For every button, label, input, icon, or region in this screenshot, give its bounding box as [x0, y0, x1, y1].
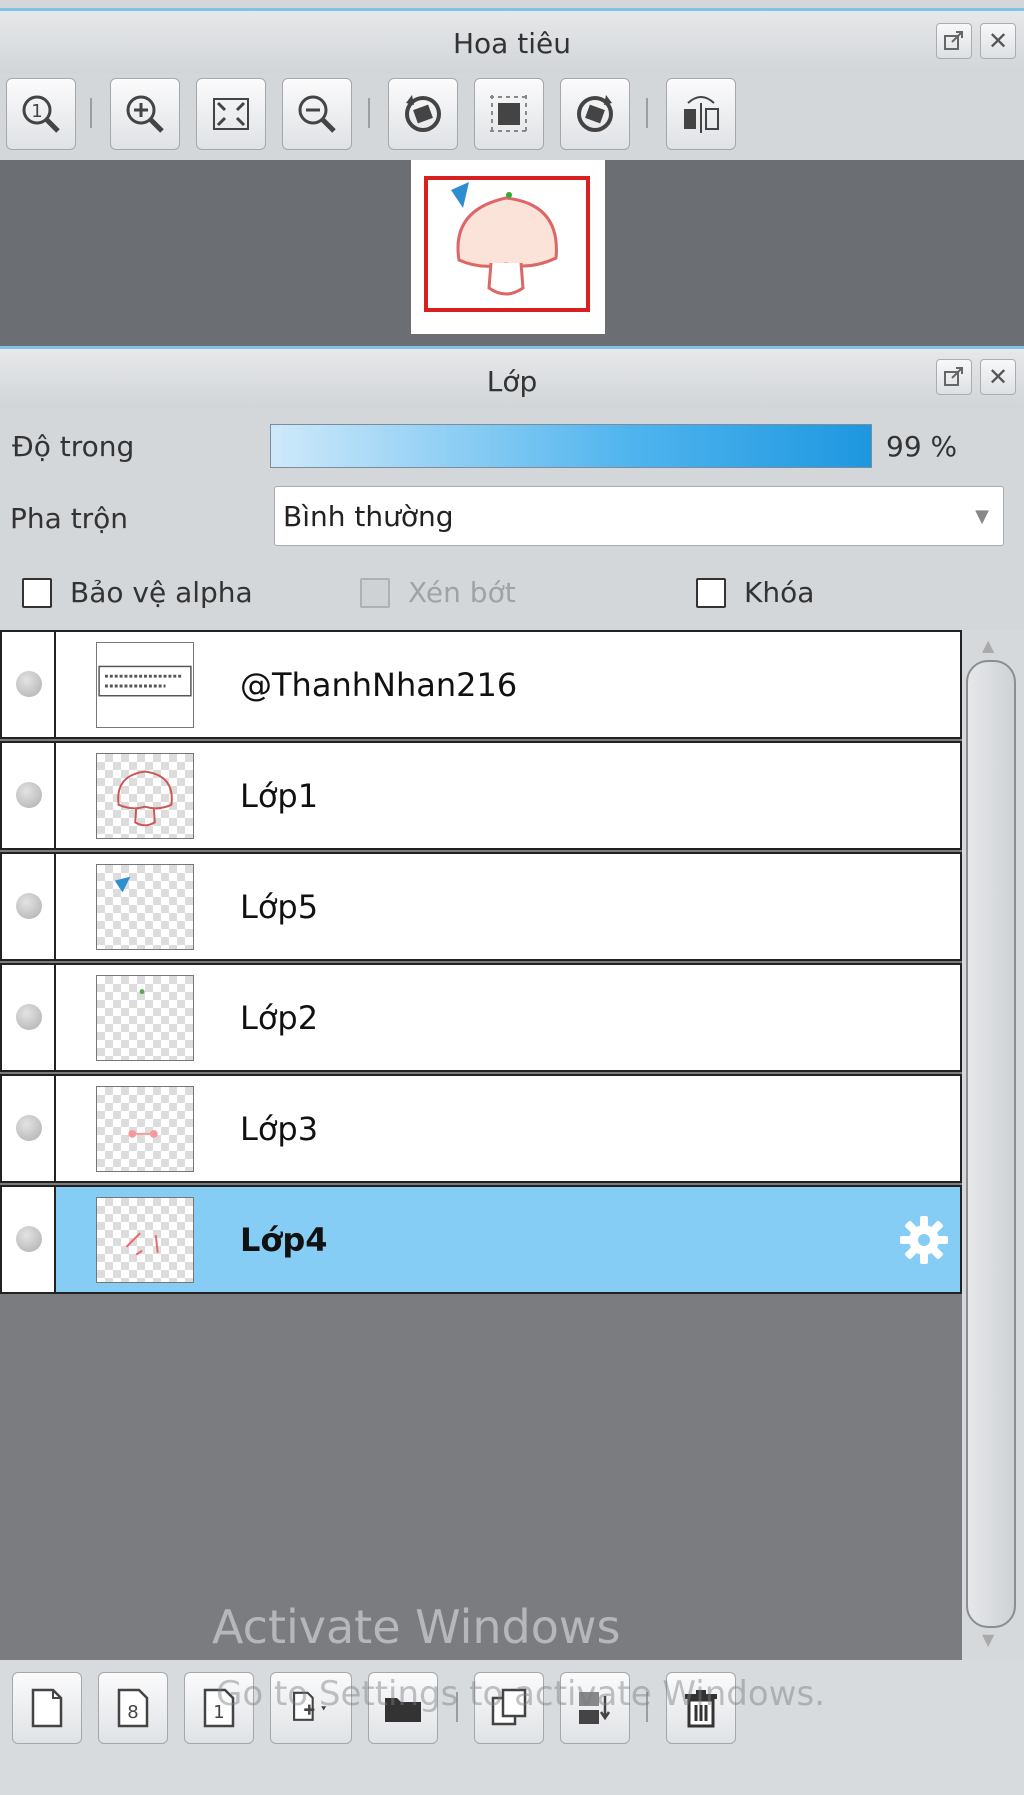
layer-list[interactable]: @ThanhNhan216 Lớp1 Lớp5 Lớp2 Lớp3 Lớp4	[0, 630, 962, 1660]
navigator-close-button[interactable]: ✕	[980, 23, 1016, 59]
layer-thumbnail	[96, 863, 194, 950]
blend-mode-value: Bình thường	[283, 500, 454, 533]
visibility-toggle[interactable]	[2, 632, 56, 737]
toolbar-separator	[90, 98, 92, 128]
layer-list-scrollbar-thumb[interactable]	[966, 660, 1016, 1628]
navigator-header: Hoa tiêu ✕	[0, 8, 1024, 73]
layer-name: Lớp5	[240, 887, 319, 926]
visibility-toggle[interactable]	[2, 1076, 56, 1181]
fit-screen-icon	[213, 98, 249, 130]
mushroom-drawing-image	[424, 176, 590, 312]
layer-row-selected[interactable]: Lớp4	[0, 1185, 962, 1294]
undock-icon	[944, 31, 963, 50]
new-layer-button[interactable]	[12, 1672, 82, 1744]
visibility-dot-icon	[16, 1114, 42, 1141]
layer-row[interactable]: Lớp1	[0, 741, 962, 850]
protect-alpha-checkbox[interactable]	[22, 578, 52, 608]
scroll-down-icon[interactable]: ▼	[982, 1630, 994, 1649]
zoom-actual-button[interactable]: 1	[6, 78, 76, 150]
layer-name: Lớp1	[240, 776, 319, 815]
svg-text:8: 8	[127, 1702, 138, 1723]
layer-row[interactable]: @ThanhNhan216	[0, 630, 962, 739]
blend-mode-select[interactable]: Bình thường ▼	[274, 486, 1004, 546]
rotate-right-icon	[577, 95, 613, 132]
layer-thumbnail	[96, 1196, 194, 1283]
visibility-dot-icon	[16, 1003, 42, 1030]
visibility-toggle[interactable]	[2, 1187, 56, 1292]
navigator-preview[interactable]	[0, 160, 1024, 346]
zoom-actual-icon: 1	[22, 95, 60, 133]
rotate-left-icon	[405, 95, 441, 132]
zoom-out-icon	[298, 95, 336, 133]
layer-name: @ThanhNhan216	[240, 665, 518, 704]
navigator-undock-button[interactable]	[936, 23, 972, 59]
flip-horizontal-button[interactable]	[666, 78, 736, 150]
text-layer-preview-icon	[98, 665, 192, 696]
visibility-toggle[interactable]	[2, 854, 56, 959]
close-icon: ✕	[987, 27, 1009, 55]
rotate-right-button[interactable]	[560, 78, 630, 150]
new-8bit-layer-button[interactable]: 8	[98, 1672, 168, 1744]
chevron-down-icon: ▼	[975, 506, 989, 527]
canvas-thumbnail	[411, 160, 605, 334]
rotate-left-button[interactable]	[388, 78, 458, 150]
strokes-preview-icon	[125, 1231, 159, 1255]
flip-horizontal-icon	[684, 96, 719, 133]
svg-text:1: 1	[31, 101, 42, 122]
visibility-dot-icon	[16, 781, 42, 808]
close-icon: ✕	[987, 363, 1009, 391]
visibility-toggle[interactable]	[2, 965, 56, 1070]
layer-name: Lớp3	[240, 1109, 319, 1148]
new-page-icon	[31, 1688, 63, 1728]
layer-row[interactable]: Lớp5	[0, 852, 962, 961]
reset-view-icon	[490, 95, 528, 133]
mushroom-outline-preview-icon	[117, 770, 173, 826]
clipping-checkbox	[360, 578, 390, 608]
opacity-label: Độ trong	[12, 430, 135, 463]
reset-view-button[interactable]	[474, 78, 544, 150]
navigator-title: Hoa tiêu	[453, 27, 571, 60]
layers-header: Lớp ✕	[0, 346, 1024, 407]
party-hat-preview-icon	[114, 876, 131, 892]
toolbar-separator	[368, 98, 370, 128]
lock-checkbox[interactable]	[696, 578, 726, 608]
scroll-up-icon[interactable]: ▲	[982, 636, 994, 655]
layers-close-button[interactable]: ✕	[980, 359, 1016, 395]
undock-icon	[944, 367, 963, 386]
layers-undock-button[interactable]	[936, 359, 972, 395]
opacity-value: 99 %	[886, 430, 958, 463]
layer-thumbnail	[96, 974, 194, 1061]
sprout-preview-icon	[139, 988, 145, 994]
layer-name: Lớp2	[240, 998, 319, 1037]
layer-row[interactable]: Lớp3	[0, 1074, 962, 1183]
protect-alpha-label: Bảo vệ alpha	[70, 576, 253, 609]
clipping-label: Xén bớt	[408, 576, 516, 609]
activate-windows-watermark: Activate Windows	[212, 1600, 621, 1654]
8bit-layer-icon: 8	[117, 1688, 149, 1728]
gear-icon[interactable]	[896, 1212, 952, 1268]
layer-thumbnail	[96, 752, 194, 839]
layers-title: Lớp	[486, 365, 538, 398]
visibility-dot-icon	[16, 892, 42, 919]
visibility-dot-icon	[16, 670, 42, 697]
layer-thumbnail	[96, 1085, 194, 1172]
visibility-toggle[interactable]	[2, 743, 56, 848]
layer-row[interactable]: Lớp2	[0, 963, 962, 1072]
visibility-dot-icon	[16, 1225, 42, 1252]
zoom-in-icon	[126, 95, 164, 133]
lock-label: Khóa	[744, 576, 815, 609]
toolbar-separator	[646, 98, 648, 128]
activate-windows-hint: Go to Settings to activate Windows.	[216, 1674, 825, 1714]
layer-thumbnail	[96, 641, 194, 728]
fit-screen-button[interactable]	[196, 78, 266, 150]
blend-mode-label: Pha trộn	[10, 502, 129, 535]
zoom-in-button[interactable]	[110, 78, 180, 150]
zoom-out-button[interactable]	[282, 78, 352, 150]
layer-name: Lớp4	[240, 1220, 328, 1259]
blush-preview-icon	[128, 1129, 158, 1138]
opacity-slider[interactable]	[270, 424, 872, 468]
